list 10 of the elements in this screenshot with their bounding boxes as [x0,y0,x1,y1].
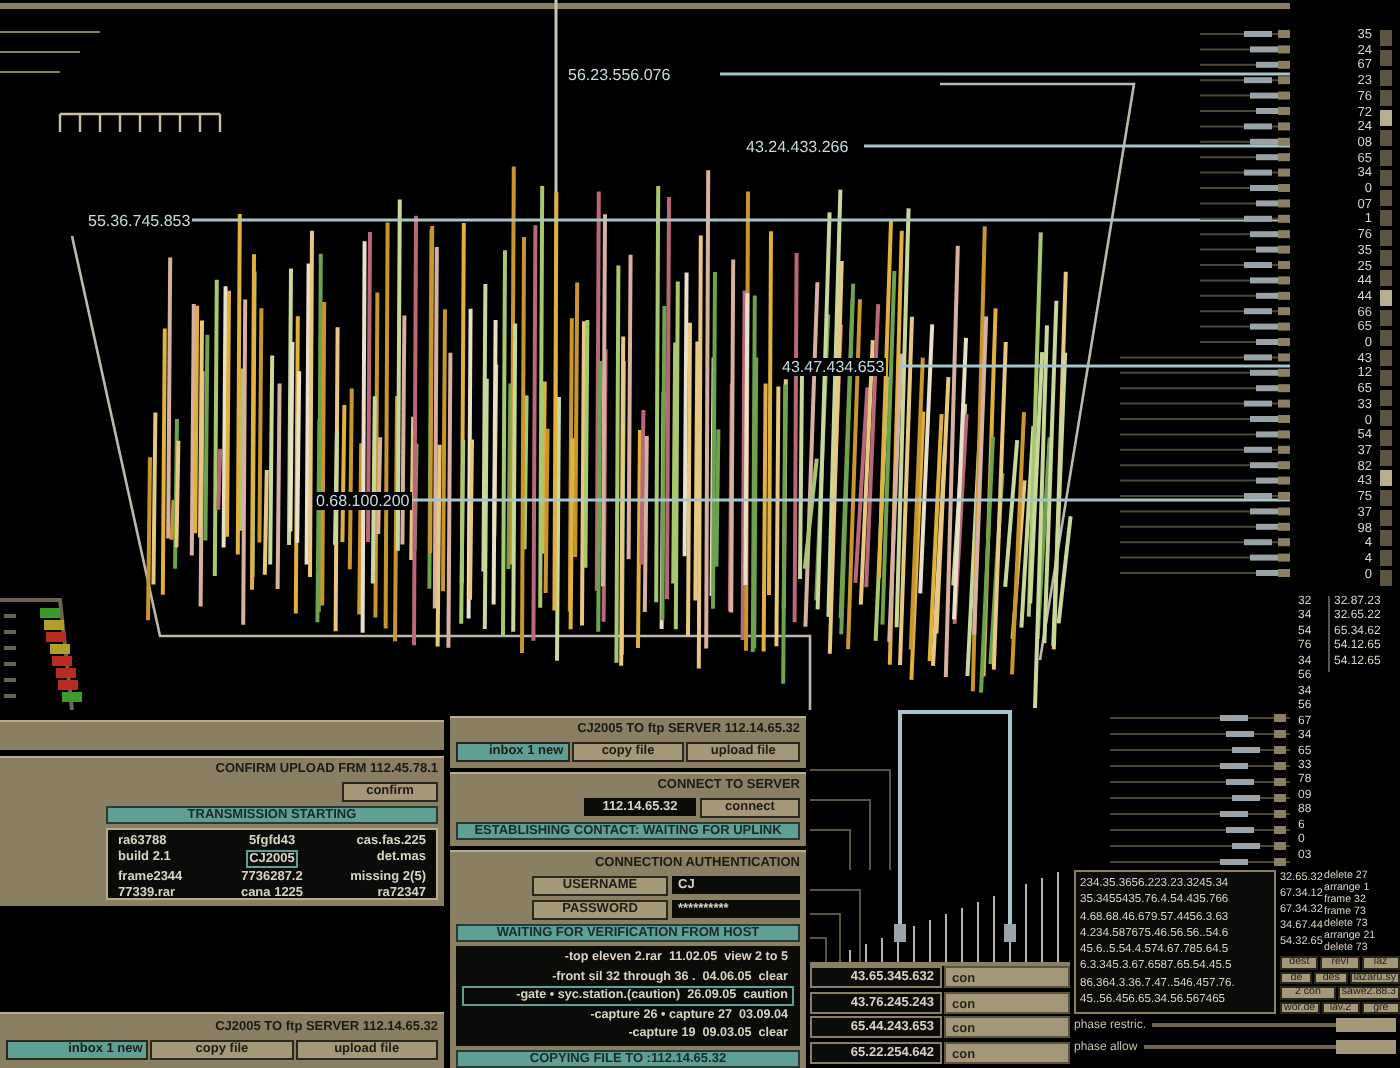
step-frame-drawing [810,769,891,870]
ip-label: 56.23.556.076 [566,66,673,84]
slider-thumb[interactable] [1336,1040,1396,1054]
slider-drawing [894,870,906,942]
slider-thumb[interactable] [1336,1018,1396,1032]
ip-label: 55.36.745.853 [86,212,193,230]
ip-label: 0.68.100.200 [314,492,412,510]
slider-drawing [1004,870,1016,942]
ip-label: 43.24.433.266 [744,138,851,156]
ip-label: 43.47.434.653 [780,358,887,376]
